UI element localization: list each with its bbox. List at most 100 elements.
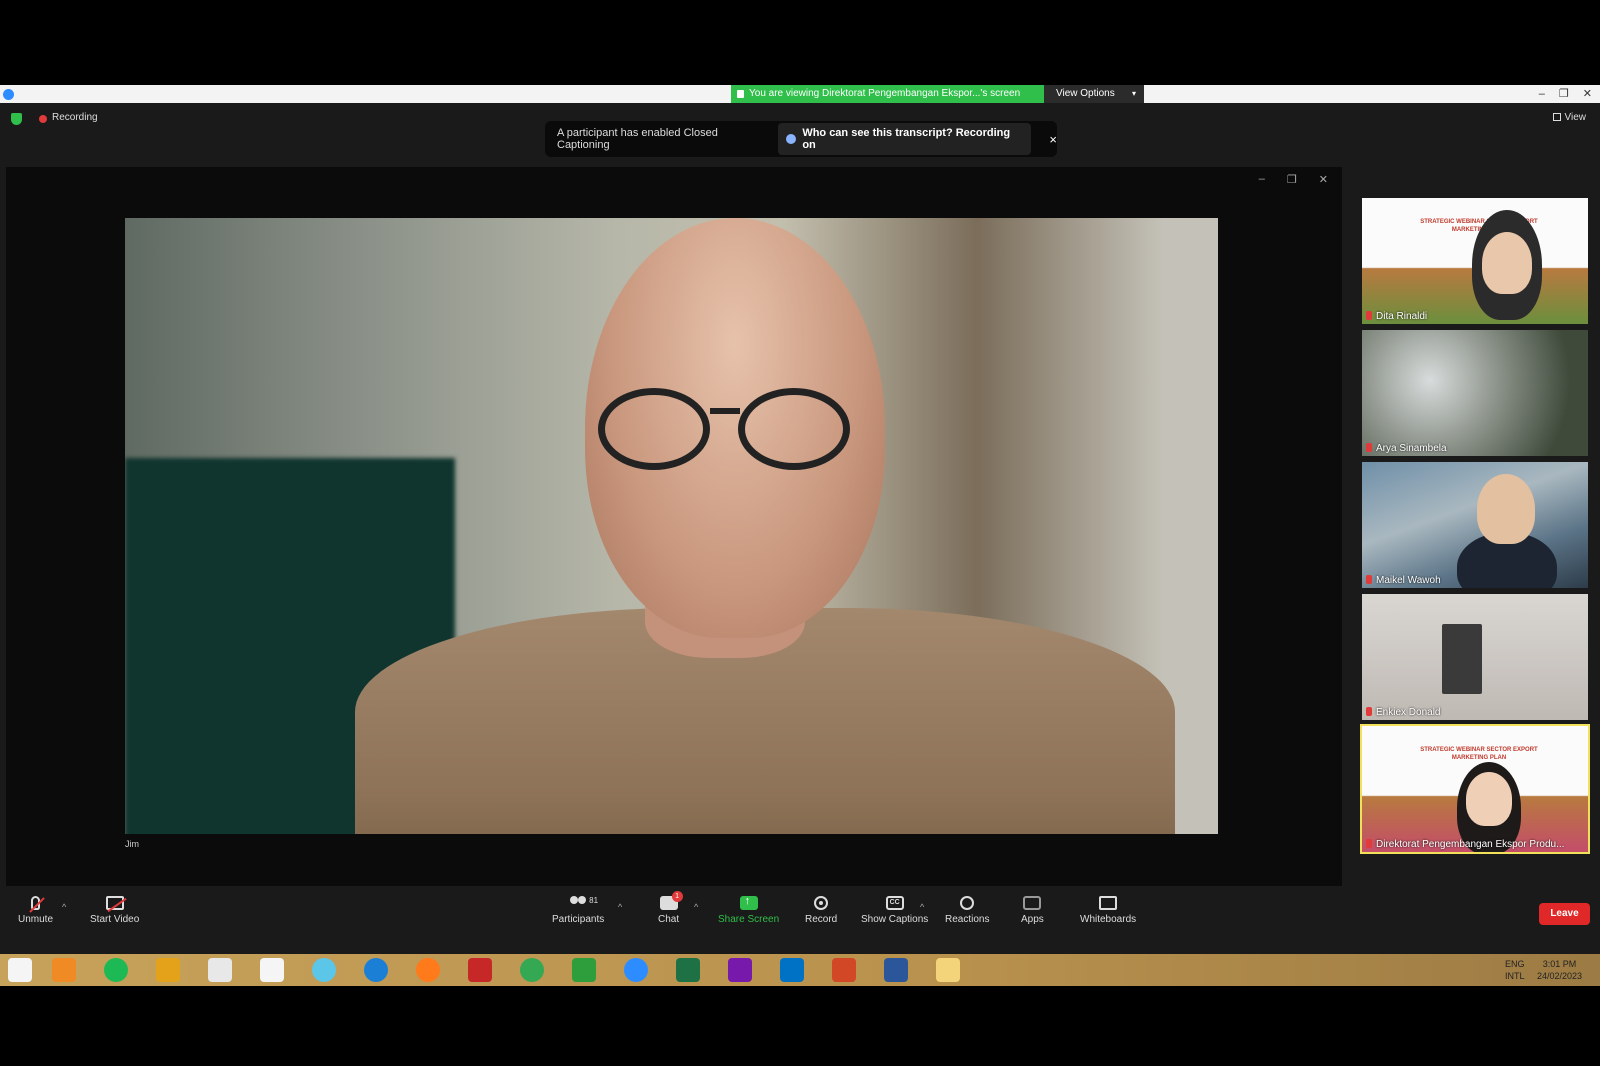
transcript-visibility-link[interactable]: Who can see this transcript? Recording o… xyxy=(778,123,1032,155)
glasses-right-lens xyxy=(738,388,850,470)
participants-label: Participants xyxy=(552,914,605,925)
closed-caption-icon: CC xyxy=(885,896,904,910)
clock-time: 3:01 PM xyxy=(1542,959,1577,969)
share-window-controls: – ❐ ✕ xyxy=(1259,173,1328,186)
captions-options-caret[interactable]: ^ xyxy=(920,902,924,912)
share-screen-button[interactable]: Share Screen xyxy=(718,895,780,925)
participant-name-text: Direktorat Pengembangan Ekspor Produ... xyxy=(1376,839,1565,850)
participant-tile-active[interactable]: STRATEGIC WEBINAR SECTOR EXPORT MARKETIN… xyxy=(1360,724,1590,854)
participants-count: 81 xyxy=(589,896,599,905)
unmute-button[interactable]: Unmute xyxy=(18,896,53,925)
internet-explorer-icon[interactable] xyxy=(364,958,388,982)
closed-caption-notice: A participant has enabled Closed Caption… xyxy=(545,121,1057,157)
close-icon[interactable]: × xyxy=(1049,132,1057,147)
participant-name: Direktorat Pengembangan Ekspor Produ... xyxy=(1366,839,1564,850)
muted-mic-icon xyxy=(1366,443,1372,452)
spotify-icon[interactable] xyxy=(104,958,128,982)
video-off-icon xyxy=(105,896,124,910)
windows-start-icon[interactable] xyxy=(8,958,32,982)
user-info-icon xyxy=(786,134,797,144)
app-circle-icon[interactable] xyxy=(312,958,336,982)
speaker-name-label: Jim xyxy=(125,839,139,849)
muted-mic-icon xyxy=(1366,575,1372,584)
show-captions-label: Show Captions xyxy=(861,914,929,925)
participant-thumbnails: STRATEGIC WEBINAR SECTOR EXPORT MARKETIN… xyxy=(1360,198,1590,858)
scanner-app-icon[interactable] xyxy=(208,958,232,982)
participant-name-text: Arya Sinambela xyxy=(1376,443,1447,454)
muted-mic-icon xyxy=(1366,839,1372,848)
participant-name: Dita Rinaldi xyxy=(1366,311,1427,322)
audio-options-caret[interactable]: ^ xyxy=(62,902,66,912)
chrome-icon[interactable] xyxy=(520,958,544,982)
chat-icon: 1 xyxy=(659,891,683,910)
language-code: ENG xyxy=(1505,959,1525,969)
outlook-icon[interactable] xyxy=(780,958,804,982)
system-clock[interactable]: 3:01 PM 24/02/2023 xyxy=(1537,958,1582,982)
chat-button[interactable]: 1 Chat xyxy=(658,891,683,925)
participant-name-text: Dita Rinaldi xyxy=(1376,311,1428,322)
firefox-icon[interactable] xyxy=(416,958,440,982)
archive-app-icon[interactable] xyxy=(156,958,180,982)
keyboard-layout: INTL xyxy=(1505,971,1525,981)
file-explorer-icon[interactable] xyxy=(936,958,960,982)
apps-button[interactable]: Apps xyxy=(1021,896,1044,925)
grid-view-icon xyxy=(1552,113,1561,121)
reactions-button[interactable]: Reactions xyxy=(945,896,989,925)
participant-name-text: Maikel Wawoh xyxy=(1376,575,1441,586)
input-language[interactable]: ENG INTL xyxy=(1505,958,1525,982)
participant-tile[interactable]: Maikel Wawoh xyxy=(1362,462,1588,588)
acrobat-icon[interactable] xyxy=(468,958,492,982)
participants-options-caret[interactable]: ^ xyxy=(618,902,622,912)
onenote-icon[interactable] xyxy=(728,958,752,982)
muted-mic-icon xyxy=(1366,311,1372,320)
glasses-left-lens xyxy=(598,388,710,470)
muted-mic-icon xyxy=(1366,707,1372,716)
powerpoint-icon[interactable] xyxy=(832,958,856,982)
excel-icon[interactable] xyxy=(676,958,700,982)
reactions-label: Reactions xyxy=(945,914,990,925)
minimize-button[interactable]: – xyxy=(1539,85,1545,103)
security-shield-icon[interactable] xyxy=(11,113,22,125)
participants-icon: 81 xyxy=(569,896,598,910)
participant-tile[interactable]: Enkiex Donald xyxy=(1362,594,1588,720)
participants-button[interactable]: 81 Participants xyxy=(552,896,604,925)
participant-name: Arya Sinambela xyxy=(1366,443,1447,454)
recording-dot-icon xyxy=(39,115,47,123)
participant-tile[interactable]: STRATEGIC WEBINAR SECTOR EXPORT MARKETIN… xyxy=(1362,198,1588,324)
word-icon[interactable] xyxy=(884,958,908,982)
screenshot-frame: You are viewing Direktorat Pengembangan … xyxy=(0,0,1600,1066)
participant-face-skin xyxy=(1466,772,1512,826)
media-player-icon[interactable] xyxy=(52,958,76,982)
close-button[interactable]: ✕ xyxy=(1583,85,1592,103)
share-minimize-button[interactable]: – xyxy=(1259,173,1265,186)
whiteboards-button[interactable]: Whiteboards xyxy=(1080,896,1136,925)
record-button[interactable]: Record xyxy=(805,896,837,925)
viewing-screen-banner: You are viewing Direktorat Pengembangan … xyxy=(731,85,1044,103)
reactions-icon xyxy=(960,896,975,910)
window-controls: – ❐ ✕ xyxy=(1539,85,1592,103)
start-video-button[interactable]: Start Video xyxy=(90,896,139,925)
speaker-video xyxy=(125,218,1218,834)
view-button[interactable]: View xyxy=(1552,112,1586,123)
shared-screen-window: – ❐ ✕ Jim xyxy=(6,167,1342,887)
apps-label: Apps xyxy=(1021,914,1044,925)
view-options-button[interactable]: View Options ▾ xyxy=(1044,85,1144,103)
chat-options-caret[interactable]: ^ xyxy=(694,902,698,912)
zoom-taskbar-icon[interactable] xyxy=(624,958,648,982)
leave-button[interactable]: Leave xyxy=(1539,903,1590,925)
share-restore-button[interactable]: ❐ xyxy=(1287,173,1297,186)
maximize-button[interactable]: ❐ xyxy=(1559,85,1569,103)
participant-name: Enkiex Donald xyxy=(1366,707,1440,718)
zoom-logo-icon xyxy=(3,89,14,100)
windows-taskbar: ENG INTL 3:01 PM 24/02/2023 xyxy=(0,954,1600,986)
show-captions-button[interactable]: CC Show Captions xyxy=(861,896,928,925)
home-icon[interactable] xyxy=(260,958,284,982)
drive-icon[interactable] xyxy=(572,958,596,982)
meeting-toolbar: Unmute ^ Start Video 81 Participants ^ 1… xyxy=(0,886,1600,954)
muted-mic-icon xyxy=(31,896,40,910)
clock-date: 24/02/2023 xyxy=(1536,971,1582,981)
share-close-button[interactable]: ✕ xyxy=(1319,173,1328,186)
share-screen-label: Share Screen xyxy=(718,914,780,925)
participant-tile[interactable]: Arya Sinambela xyxy=(1362,330,1588,456)
chat-label: Chat xyxy=(658,914,680,925)
